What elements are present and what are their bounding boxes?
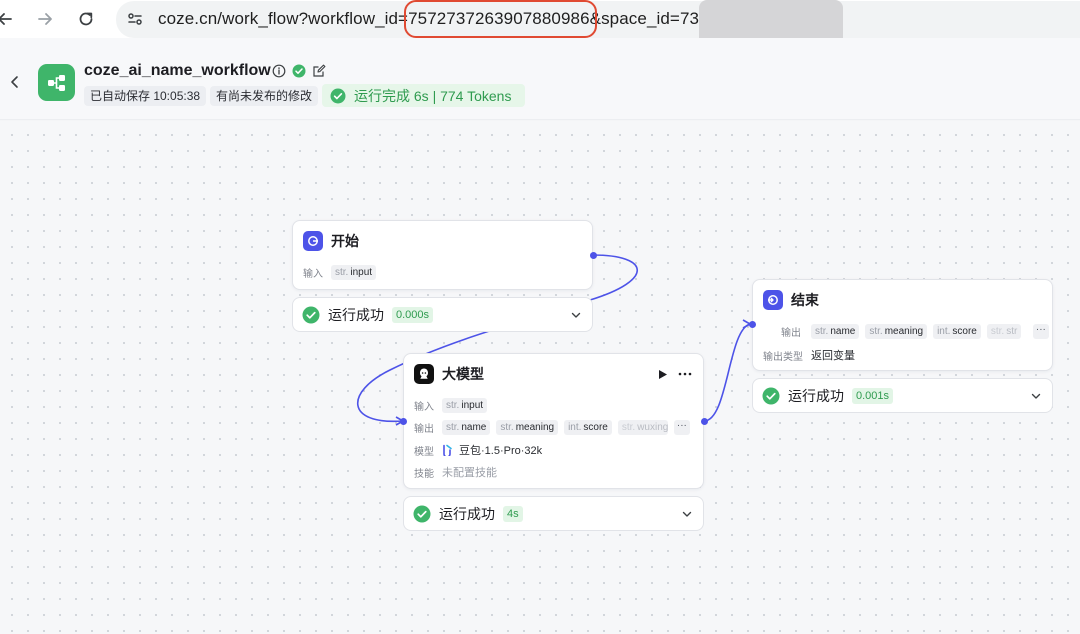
llm-input-port[interactable] [400,418,407,425]
success-check-icon [413,505,431,522]
param-type: str. [500,422,514,433]
param-name: meaning [515,422,555,433]
llm-node-title: 大模型 [442,366,484,382]
param-name: input [350,267,373,278]
url-middle: &space_id=73 [589,9,700,28]
start-output-port[interactable] [590,252,597,259]
url-prefix: coze.cn/work_flow?workflow_id= [158,9,409,28]
param-name: name [830,326,856,337]
browser-toolbar: coze.cn/work_flow?workflow_id=7572737263… [0,0,1080,46]
end-run-status[interactable]: 运行成功 0.001s [752,378,1053,413]
llm-model-name: 豆包·1.5·Pro·32k [459,445,543,457]
param-type: str. [621,422,636,433]
run-result-chip[interactable]: 运行完成 6s | 774 Tokens [322,84,525,107]
chevron-down-icon[interactable] [570,309,582,321]
output-tag: str. wuxing [617,420,668,435]
llm-model-label: 模型 [414,446,434,458]
status-label: 运行成功 [439,505,495,522]
end-node[interactable]: 结束 输出 str. name str. meaning int. score str… [749,279,1053,371]
end-output-row: 输出 str. name str. meaning int. score str. st… [763,324,1049,339]
param-type: str. [446,422,460,433]
output-tag: str. str [986,324,1021,339]
llm-output-label: 输出 [414,424,434,435]
llm-run-status[interactable]: 运行成功 4s [403,496,704,531]
end-output-type-value: 返回变量 [811,350,855,362]
output-tag: int. score [564,420,612,435]
status-time-badge: 0.001s [852,387,894,404]
start-run-status[interactable]: 运行成功 0.000s [292,297,593,332]
end-output-label: 输出 [781,328,801,339]
workflow-id-highlight [404,0,597,38]
start-input-tag: str. input [331,265,377,280]
published-check-icon [292,64,306,83]
chevron-down-icon[interactable] [681,508,693,520]
autosave-chip: 已自动保存 10:05:38 [84,86,207,106]
param-name: str [1006,326,1018,337]
param-name: score [952,326,977,337]
chevron-down-icon[interactable] [1030,390,1042,402]
site-settings-icon[interactable] [122,6,148,32]
status-time-badge: 4s [503,505,523,522]
param-type: str. [446,400,460,411]
status-time-badge: 0.000s [392,306,434,323]
llm-skill-row: 技能 未配置技能 [414,464,497,480]
param-name: meaning [884,326,924,337]
llm-node[interactable]: 大模型 输入 str. input 输出 str. name str. meaning… [400,353,708,489]
back-arrow-icon[interactable] [0,6,18,32]
run-result-text: 运行完成 6s | 774 Tokens [354,87,512,104]
param-type: str. [335,267,349,278]
status-label: 运行成功 [788,387,844,404]
param-type: str. [990,326,1005,337]
llm-skill-label: 技能 [414,468,434,480]
forward-arrow-icon[interactable] [32,6,58,32]
param-name: name [461,422,487,433]
param-name: input [461,400,484,411]
llm-output-port[interactable] [701,418,708,425]
param-type: int. [568,422,582,433]
output-tag: str. meaning [496,420,559,435]
unpublished-chip: 有尚未发布的修改 [210,86,319,106]
more-outputs-button[interactable]: ··· [673,420,690,435]
end-node-icon [763,290,783,310]
status-label: 运行成功 [328,306,384,323]
llm-node-icon [414,364,434,384]
param-name: score [583,422,608,433]
run-success-icon [330,88,346,103]
more-outputs-button[interactable]: ··· [1032,324,1049,339]
param-name: wuxing [637,422,668,433]
param-type: str. [869,326,883,337]
param-type: str. [815,326,829,337]
llm-input-label: 输入 [414,402,434,413]
start-input-label: 输入 [303,269,323,280]
workflow-logo-icon [38,64,75,101]
more-menu-icon[interactable] [678,372,692,376]
play-icon[interactable] [657,369,668,380]
llm-input-tag: str. input [442,398,488,413]
info-icon[interactable] [272,64,286,83]
edit-icon[interactable] [312,64,326,83]
start-node-icon [303,231,323,251]
output-tag: str. meaning [865,324,928,339]
reload-icon[interactable] [73,6,99,32]
success-check-icon [762,387,780,404]
start-input-row: 输入 str. input [303,265,377,280]
start-node-title: 开始 [331,233,359,249]
workflow-title: coze_ai_name_workflow [84,62,271,79]
llm-input-row: 输入 str. input [414,398,488,413]
success-check-icon [302,306,320,323]
output-tag: int. score [933,324,981,339]
end-node-title: 结束 [791,292,819,308]
start-node[interactable]: 开始 输入 str. input [292,220,597,290]
param-type: int. [937,326,951,337]
end-input-port[interactable] [749,321,756,328]
llm-skill-value: 未配置技能 [442,467,497,479]
output-tag: str. name [442,420,491,435]
llm-output-row: 输出 str. name str. meaning int. score str. wu… [414,420,690,435]
end-output-type-label: 输出类型 [763,351,803,363]
doubao-model-icon [443,444,452,456]
end-output-type-row: 输出类型 返回变量 [763,347,855,363]
back-chevron-icon[interactable] [6,70,24,94]
llm-model-row: 模型 豆包·1.5·Pro·32k [414,442,542,458]
output-tag: str. name [811,324,860,339]
